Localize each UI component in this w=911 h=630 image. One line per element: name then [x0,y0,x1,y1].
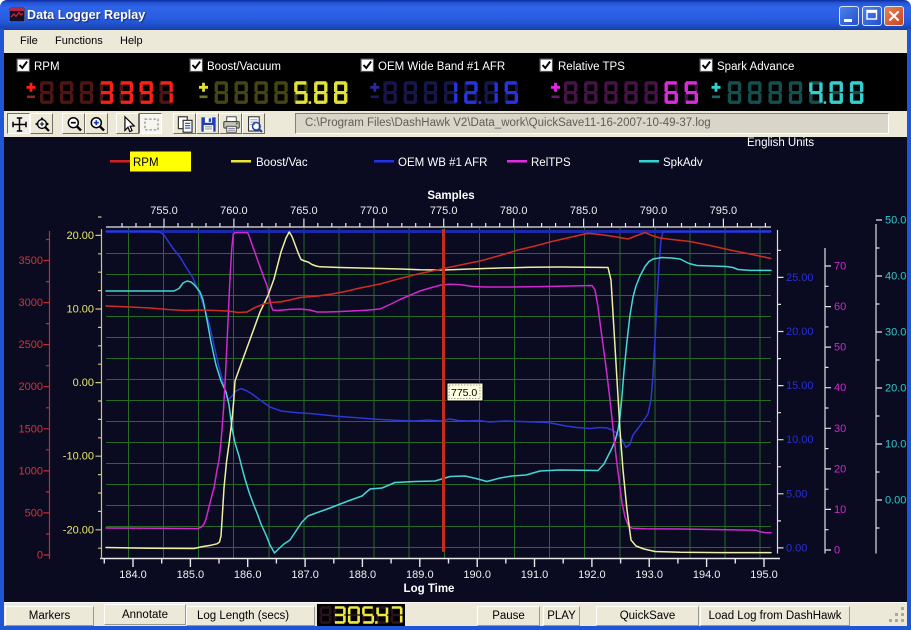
svg-text:30.0: 30.0 [885,327,906,339]
svg-text:760.0: 760.0 [220,205,248,217]
svg-text:0.00: 0.00 [786,542,807,554]
svg-text:191.0: 191.0 [521,569,549,581]
svg-text:3500: 3500 [19,255,43,267]
svg-text:0.00: 0.00 [73,377,94,389]
svg-text:185.0: 185.0 [177,569,205,581]
svg-text:Relative TPS: Relative TPS [558,61,625,73]
svg-text:1500: 1500 [19,423,43,435]
svg-text:English Units: English Units [747,137,814,149]
svg-text:10.00: 10.00 [66,304,94,316]
svg-text:RPM: RPM [133,157,159,169]
svg-text:OEM Wide Band #1 AFR: OEM Wide Band #1 AFR [378,61,505,73]
svg-text:70: 70 [834,261,846,273]
svg-text:50: 50 [834,342,846,354]
svg-text:189.0: 189.0 [406,569,434,581]
svg-text:193.0: 193.0 [635,569,663,581]
svg-text:2500: 2500 [19,339,43,351]
svg-text:Boost/Vacuum: Boost/Vacuum [207,61,281,73]
svg-text:755.0: 755.0 [150,205,178,217]
svg-text:10.0: 10.0 [885,439,906,451]
svg-text:0.00: 0.00 [885,495,906,507]
svg-text:OEM WB #1 AFR: OEM WB #1 AFR [398,157,487,169]
svg-text:RPM: RPM [34,61,60,73]
svg-text:60: 60 [834,301,846,313]
svg-text:186.0: 186.0 [234,569,262,581]
svg-text:0: 0 [834,545,840,557]
svg-text:40.0: 40.0 [885,271,906,283]
svg-text:10: 10 [834,504,846,516]
svg-text:775.0: 775.0 [451,387,477,399]
svg-text:20.00: 20.00 [66,230,94,242]
svg-text:40: 40 [834,382,846,394]
svg-text:15.00: 15.00 [786,380,814,392]
svg-text:190.0: 190.0 [463,569,491,581]
svg-text:188.0: 188.0 [349,569,377,581]
svg-text:Samples: Samples [427,190,474,202]
svg-text:194.0: 194.0 [693,569,721,581]
svg-text:20.0: 20.0 [885,383,906,395]
svg-text:Spark Advance: Spark Advance [717,61,794,73]
svg-text:2000: 2000 [19,381,43,393]
svg-text:770.0: 770.0 [360,205,388,217]
svg-text:50.0: 50.0 [885,215,906,227]
svg-text:25.00: 25.00 [786,272,814,284]
svg-text:765.0: 765.0 [290,205,318,217]
svg-text:1000: 1000 [19,465,43,477]
svg-text:187.0: 187.0 [291,569,319,581]
svg-text:780.0: 780.0 [500,205,528,217]
svg-text:10.00: 10.00 [786,434,814,446]
svg-text:20: 20 [834,463,846,475]
svg-text:5.00: 5.00 [786,488,807,500]
svg-text:500: 500 [25,507,43,519]
svg-text:30: 30 [834,423,846,435]
svg-text:775.0: 775.0 [430,205,458,217]
svg-text:SpkAdv: SpkAdv [663,157,703,169]
svg-text:-20.00: -20.00 [63,524,94,536]
svg-text:785.0: 785.0 [570,205,598,217]
svg-text:Boost/Vac: Boost/Vac [256,157,308,169]
svg-text:192.0: 192.0 [578,569,606,581]
svg-text:Log Time: Log Time [404,583,455,595]
svg-text:0: 0 [37,550,43,562]
svg-text:790.0: 790.0 [640,205,668,217]
svg-text:195.0: 195.0 [750,569,778,581]
svg-text:795.0: 795.0 [710,205,738,217]
svg-text:3000: 3000 [19,297,43,309]
svg-text:184.0: 184.0 [119,569,147,581]
svg-text:20.00: 20.00 [786,326,814,338]
svg-text:RelTPS: RelTPS [531,157,571,169]
svg-text:-10.00: -10.00 [63,451,94,463]
